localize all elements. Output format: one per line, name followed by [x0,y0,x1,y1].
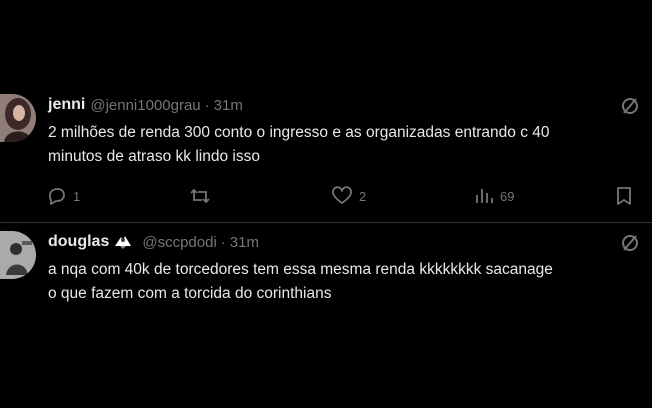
bookmark-button[interactable] [614,184,634,208]
slash-circle-icon[interactable] [620,233,640,253]
separator-dot: · [204,96,210,114]
views-icon [476,189,493,203]
tweet[interactable]: jenni @jenni1000grau · 31m 2 milhões de … [0,86,652,222]
heart-icon [332,186,352,204]
author-handle[interactable]: @jenni1000grau [90,97,200,114]
tweet-text-line: a nqa com 40k de torcedores tem essa mes… [48,261,553,278]
eagle-emoji-icon [113,234,133,250]
timestamp[interactable]: 31m [214,97,243,114]
tweet[interactable]: douglas @sccpdodi · 31m a nqa com 40k de… [0,223,652,408]
bookmark-icon [617,187,631,205]
author-handle[interactable]: @sccpdodi [142,234,216,251]
tweet-text: a nqa com 40k de torcedores tem essa mes… [48,258,652,306]
avatar[interactable] [0,94,36,142]
views-button[interactable]: 69 [474,184,514,208]
reply-icon [48,188,65,205]
reply-count: 1 [73,188,81,204]
author-name[interactable]: jenni [48,96,85,114]
reply-button[interactable]: 1 [47,184,80,208]
avatar-image [0,94,36,142]
timestamp[interactable]: 31m [230,234,259,251]
tweet-text-line: 2 milhões de renda 300 conto o ingresso … [48,124,550,141]
tweet-header: jenni @jenni1000grau · 31m [48,94,243,116]
tweet-text: 2 milhões de renda 300 conto o ingresso … [48,121,652,169]
slash-circle-icon[interactable] [620,96,640,116]
avatar[interactable] [0,231,36,279]
action-bar: 1 2 69 [0,184,652,208]
retweet-icon [190,188,210,204]
retweet-button[interactable] [189,184,217,208]
tweet-text-line: o que fazem com a torcida do corinthians [48,285,332,302]
separator-dot: · [220,233,226,251]
like-count: 2 [359,188,367,204]
tweet-header: douglas @sccpdodi · 31m [48,231,259,253]
tweet-text-line: minutos de atraso kk lindo isso [48,148,260,165]
avatar-image [0,231,36,279]
view-count: 69 [500,188,515,204]
author-name[interactable]: douglas [48,233,109,251]
like-button[interactable]: 2 [331,184,366,208]
